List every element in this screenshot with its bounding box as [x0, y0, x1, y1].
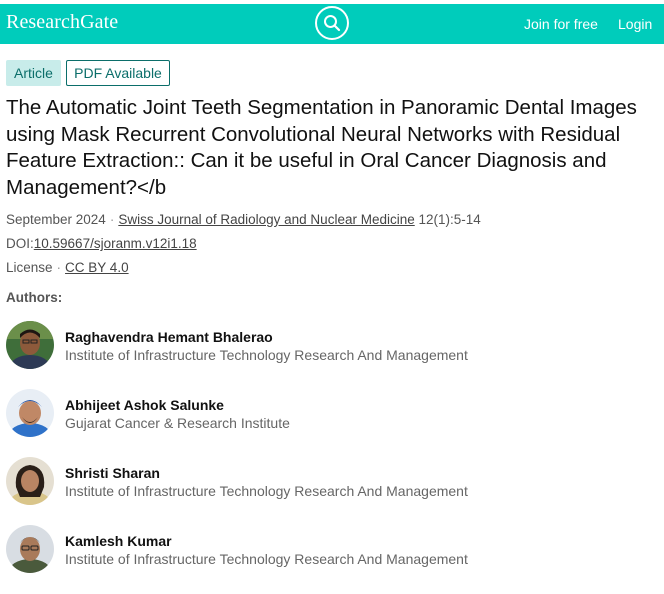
- article-type-badge: Article: [6, 60, 61, 86]
- author-item[interactable]: Raghavendra Hemant Bhalerao Institute of…: [6, 321, 606, 371]
- search-button[interactable]: [315, 6, 349, 40]
- researchgate-logo[interactable]: ResearchGate: [6, 11, 118, 34]
- author-name[interactable]: Abhijeet Ashok Salunke: [65, 397, 224, 413]
- separator-dot: ·: [109, 212, 115, 227]
- pdf-available-badge[interactable]: PDF Available: [66, 60, 170, 86]
- author-institution: Institute of Infrastructure Technology R…: [65, 551, 468, 567]
- authors-heading: Authors:: [6, 290, 63, 305]
- doi-link[interactable]: 10.59667/sjoranm.v12i1.18: [34, 236, 197, 251]
- author-item[interactable]: Abhijeet Ashok Salunke Gujarat Cancer & …: [6, 389, 606, 439]
- author-name[interactable]: Kamlesh Kumar: [65, 533, 172, 549]
- avatar[interactable]: [6, 321, 54, 369]
- publication-date: September 2024: [6, 212, 106, 227]
- license-row: License · CC BY 4.0: [6, 260, 129, 275]
- avatar[interactable]: [6, 525, 54, 573]
- journal-volume: 12(1):5-14: [418, 212, 481, 227]
- author-item[interactable]: Shristi Sharan Institute of Infrastructu…: [6, 457, 606, 507]
- article-title: The Automatic Joint Teeth Segmentation i…: [6, 96, 637, 199]
- license-link[interactable]: CC BY 4.0: [65, 260, 129, 275]
- author-institution: Gujarat Cancer & Research Institute: [65, 415, 290, 431]
- author-item[interactable]: Kamlesh Kumar Institute of Infrastructur…: [6, 525, 606, 575]
- journal-link[interactable]: Swiss Journal of Radiology and Nuclear M…: [118, 212, 414, 227]
- author-institution: Institute of Infrastructure Technology R…: [65, 483, 468, 499]
- login-link[interactable]: Login: [618, 16, 652, 32]
- join-for-free-link[interactable]: Join for free: [524, 16, 598, 32]
- separator-dot: ·: [56, 260, 62, 275]
- avatar[interactable]: [6, 389, 54, 437]
- doi-label: DOI:: [6, 236, 34, 251]
- author-name[interactable]: Shristi Sharan: [65, 465, 160, 481]
- author-name[interactable]: Raghavendra Hemant Bhalerao: [65, 329, 273, 345]
- author-institution: Institute of Infrastructure Technology R…: [65, 347, 468, 363]
- avatar[interactable]: [6, 457, 54, 505]
- license-label: License: [6, 260, 53, 275]
- top-navigation-bar: ResearchGate Join for free Login: [0, 4, 664, 44]
- doi-row: DOI:10.59667/sjoranm.v12i1.18: [6, 236, 197, 251]
- search-icon: [324, 15, 341, 32]
- publication-info: September 2024 · Swiss Journal of Radiolog…: [6, 212, 481, 227]
